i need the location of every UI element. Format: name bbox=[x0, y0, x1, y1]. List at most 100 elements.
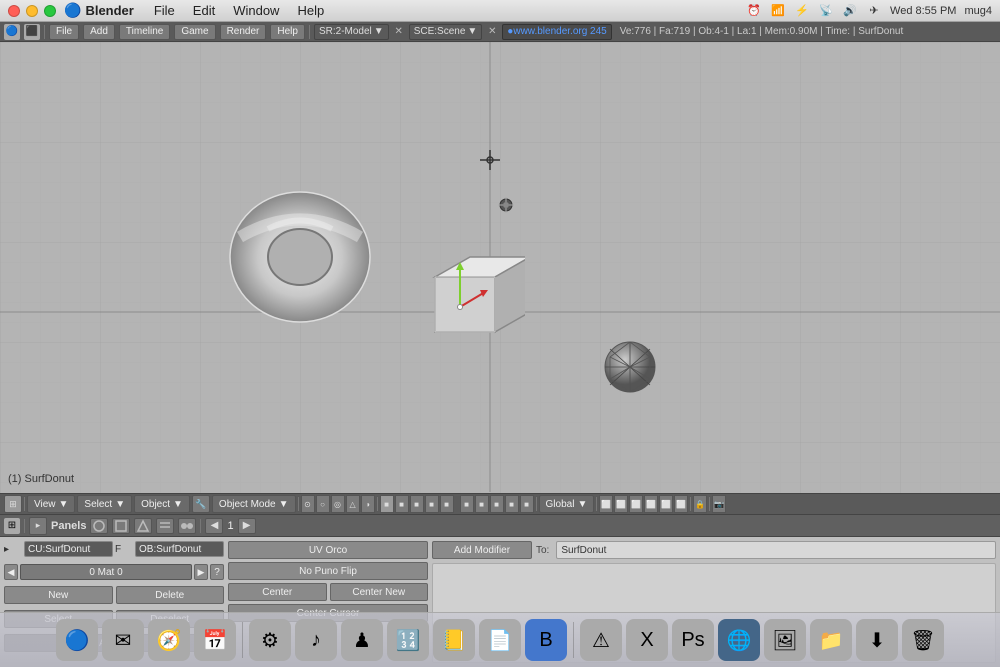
panel-icon-2[interactable] bbox=[112, 518, 130, 534]
layer-9[interactable]: ■ bbox=[505, 495, 519, 513]
mat-prev-btn[interactable]: ◀ bbox=[4, 564, 18, 580]
dock-misc-2[interactable]: 📁 bbox=[810, 619, 852, 661]
traffic-lights[interactable] bbox=[8, 5, 56, 17]
mode-dropdown[interactable]: Object Mode ▼ bbox=[212, 495, 296, 513]
layer-5[interactable]: ■ bbox=[440, 495, 454, 513]
view-icon-4[interactable]: ⬜ bbox=[644, 495, 658, 513]
3d-viewport[interactable]: (1) SurfDonut bbox=[0, 42, 1000, 493]
render-icon[interactable]: 📷 bbox=[712, 495, 726, 513]
menu-timeline-btn[interactable]: Timeline bbox=[119, 24, 170, 40]
close-button[interactable] bbox=[8, 5, 20, 17]
url-field[interactable]: ● www.blender.org 245 bbox=[502, 24, 611, 40]
dock-trash[interactable]: 🗑 bbox=[902, 619, 944, 661]
dock-safari[interactable]: 🧭 bbox=[148, 619, 190, 661]
menu-game-btn[interactable]: Game bbox=[174, 24, 215, 40]
proportional-mode-icon[interactable]: ◎ bbox=[331, 495, 345, 513]
dock-blender-2[interactable]: 🌐 bbox=[718, 619, 760, 661]
dock-terminal[interactable]: X bbox=[626, 619, 668, 661]
app-menu-label[interactable]: Blender bbox=[85, 3, 133, 18]
layer-4[interactable]: ■ bbox=[425, 495, 439, 513]
view-icon-5[interactable]: ⬜ bbox=[659, 495, 673, 513]
view-grid-icon[interactable]: ⊞ bbox=[4, 495, 22, 513]
menu-add-btn[interactable]: Add bbox=[83, 24, 115, 40]
object-mode-icon[interactable]: 🔧 bbox=[192, 495, 210, 513]
dock-ical[interactable]: 📅 bbox=[194, 619, 236, 661]
center-btn[interactable]: Center bbox=[228, 583, 327, 601]
dock-photoshop[interactable]: Ps bbox=[672, 619, 714, 661]
blender-icon[interactable]: 🔵 bbox=[4, 24, 20, 40]
dock-address-book[interactable]: 📒 bbox=[433, 619, 475, 661]
proportional-icon[interactable]: ○ bbox=[316, 495, 330, 513]
view-icon-1[interactable]: ⬜ bbox=[599, 495, 613, 513]
menu-help[interactable]: Help bbox=[289, 1, 332, 20]
maximize-button[interactable] bbox=[44, 5, 56, 17]
view-icon-3[interactable]: ⬜ bbox=[629, 495, 643, 513]
layer-7[interactable]: ■ bbox=[475, 495, 489, 513]
sce-close-btn[interactable]: ✕ bbox=[486, 26, 498, 38]
panels-prev-btn[interactable]: ◀ bbox=[205, 518, 223, 534]
occlude-icon[interactable]: △ bbox=[346, 495, 360, 513]
user-label: mug4 bbox=[964, 5, 992, 17]
dock-textedit[interactable]: 📄 bbox=[479, 619, 521, 661]
mat-field[interactable]: 0 Mat 0 bbox=[20, 564, 192, 580]
delete-btn[interactable]: Delete bbox=[116, 586, 225, 604]
snap-icons: ⊙ ○ ◎ △ ◑ bbox=[301, 495, 375, 513]
menu-edit[interactable]: Edit bbox=[185, 1, 223, 20]
minimize-button[interactable] bbox=[26, 5, 38, 17]
layer-3[interactable]: ■ bbox=[410, 495, 424, 513]
dock-itunes[interactable]: ♪ bbox=[295, 619, 337, 661]
panel-icon-4[interactable] bbox=[156, 518, 174, 534]
layer-2[interactable]: ■ bbox=[395, 495, 409, 513]
dock-misc-3[interactable]: ⬇ bbox=[856, 619, 898, 661]
panels-next-btn[interactable]: ▶ bbox=[238, 518, 256, 534]
dock-blender[interactable]: B bbox=[525, 619, 567, 661]
no-puno-flip-btn[interactable]: No Puno Flip bbox=[228, 562, 428, 580]
menu-render-btn[interactable]: Render bbox=[220, 24, 267, 40]
layer-1[interactable]: ■ bbox=[380, 495, 394, 513]
menu-file[interactable]: File bbox=[146, 1, 183, 20]
view-menu-btn[interactable]: View ▼ bbox=[27, 495, 75, 513]
dock-calculator[interactable]: 🔢 bbox=[387, 619, 429, 661]
menu-file-btn[interactable]: File bbox=[49, 24, 79, 40]
layer-8[interactable]: ■ bbox=[490, 495, 504, 513]
cu-field[interactable]: CU:SurfDonut bbox=[24, 541, 113, 557]
dock-mail[interactable]: ✉ bbox=[102, 619, 144, 661]
add-modifier-btn[interactable]: Add Modifier bbox=[432, 541, 532, 559]
uv-orco-btn[interactable]: UV Orco bbox=[228, 541, 428, 559]
coord-dropdown[interactable]: Global ▼ bbox=[539, 495, 595, 513]
view-icon-2[interactable]: ⬜ bbox=[614, 495, 628, 513]
dock-system-prefs[interactable]: ⚙ bbox=[249, 619, 291, 661]
center-new-btn[interactable]: Center New bbox=[330, 583, 429, 601]
dock-chess[interactable]: ♟ bbox=[341, 619, 383, 661]
dock-warning[interactable]: ⚠ bbox=[580, 619, 622, 661]
scene-icon[interactable]: ⬛ bbox=[24, 24, 40, 40]
layer-6[interactable]: ■ bbox=[460, 495, 474, 513]
view-icon-6[interactable]: ⬜ bbox=[674, 495, 688, 513]
transform-manipulator[interactable] bbox=[440, 252, 490, 322]
menu-window[interactable]: Window bbox=[225, 1, 287, 20]
sr-close-btn[interactable]: ✕ bbox=[393, 26, 405, 38]
panel-icon-3[interactable] bbox=[134, 518, 152, 534]
dock-misc-1[interactable]: 🖼 bbox=[764, 619, 806, 661]
panels-grid-icon[interactable]: ⊞ bbox=[4, 518, 20, 534]
dock-finder[interactable]: 🔵 bbox=[56, 619, 98, 661]
mat-question-btn[interactable]: ? bbox=[210, 564, 224, 580]
new-btn[interactable]: New bbox=[4, 586, 113, 604]
icosphere-object[interactable] bbox=[600, 337, 660, 397]
layer-sep bbox=[455, 495, 459, 513]
mat-next-btn[interactable]: ▶ bbox=[194, 564, 208, 580]
viewport-shade-icon[interactable]: ◑ bbox=[361, 495, 375, 513]
sce-field[interactable]: SCE:Scene ▼ bbox=[409, 24, 483, 40]
lock-icon[interactable]: 🔒 bbox=[693, 495, 707, 513]
select-menu-btn[interactable]: Select ▼ bbox=[77, 495, 132, 513]
torus-object[interactable] bbox=[220, 182, 380, 332]
layer-10[interactable]: ■ bbox=[520, 495, 534, 513]
snap-icon[interactable]: ⊙ bbox=[301, 495, 315, 513]
panel-icon-5[interactable] bbox=[178, 518, 196, 534]
menu-help-btn[interactable]: Help bbox=[270, 24, 305, 40]
sr-field[interactable]: SR:2-Model ▼ bbox=[314, 24, 389, 40]
object-menu-btn[interactable]: Object ▼ bbox=[134, 495, 190, 513]
panel-icon-1[interactable] bbox=[90, 518, 108, 534]
panels-expand-icon[interactable]: ▸ bbox=[29, 517, 47, 535]
ob-field[interactable]: OB:SurfDonut bbox=[135, 541, 224, 557]
